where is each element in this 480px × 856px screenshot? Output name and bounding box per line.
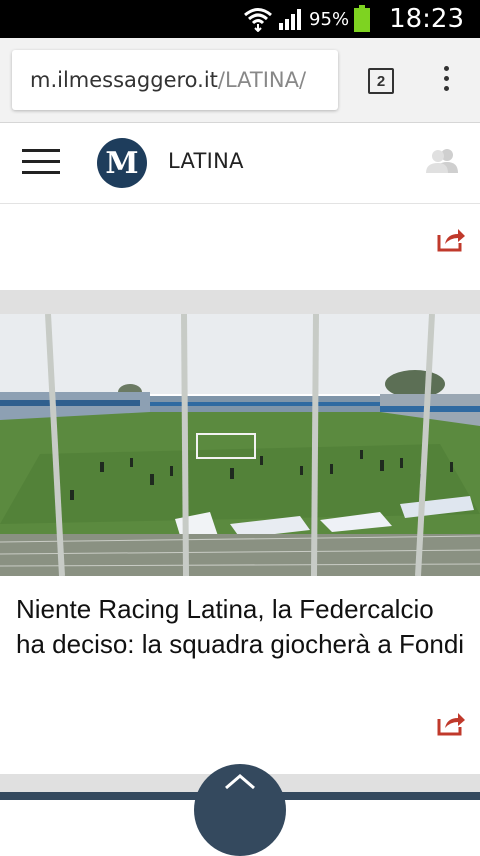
battery-percent: 95% [309,8,350,30]
share-icon[interactable] [436,226,466,252]
section-divider [0,290,480,314]
chevron-up-icon [225,774,255,790]
site-header: M LATINA [0,123,480,204]
status-bar: 95% 18:23 [0,0,480,38]
section-title: LATINA [168,149,244,173]
logo-letter: M [105,145,139,181]
share-icon[interactable] [436,710,466,736]
signal-icon [279,9,302,30]
site-logo[interactable]: M [97,138,147,188]
url-path: /LATINA/ [217,68,307,92]
article-headline[interactable]: Niente Racing Latina, la Federcalcio ha … [16,592,466,662]
url-bar[interactable]: m.ilmessaggero.it/LATINA/ [12,50,338,110]
overflow-menu-icon[interactable] [436,66,456,96]
wifi-icon [244,8,273,32]
tab-count: 2 [376,72,386,90]
clock: 18:23 [389,4,464,34]
hamburger-menu-icon[interactable] [22,149,60,177]
article-image[interactable] [0,314,480,576]
user-profile-icon[interactable] [426,146,458,174]
stadium-photo [0,314,480,576]
scroll-to-top-button[interactable] [194,764,286,856]
battery-icon [354,5,371,32]
browser-toolbar: m.ilmessaggero.it/LATINA/ 2 [0,38,480,123]
url-domain: m.ilmessaggero.it [30,68,218,92]
tab-switcher-button[interactable]: 2 [368,68,394,94]
